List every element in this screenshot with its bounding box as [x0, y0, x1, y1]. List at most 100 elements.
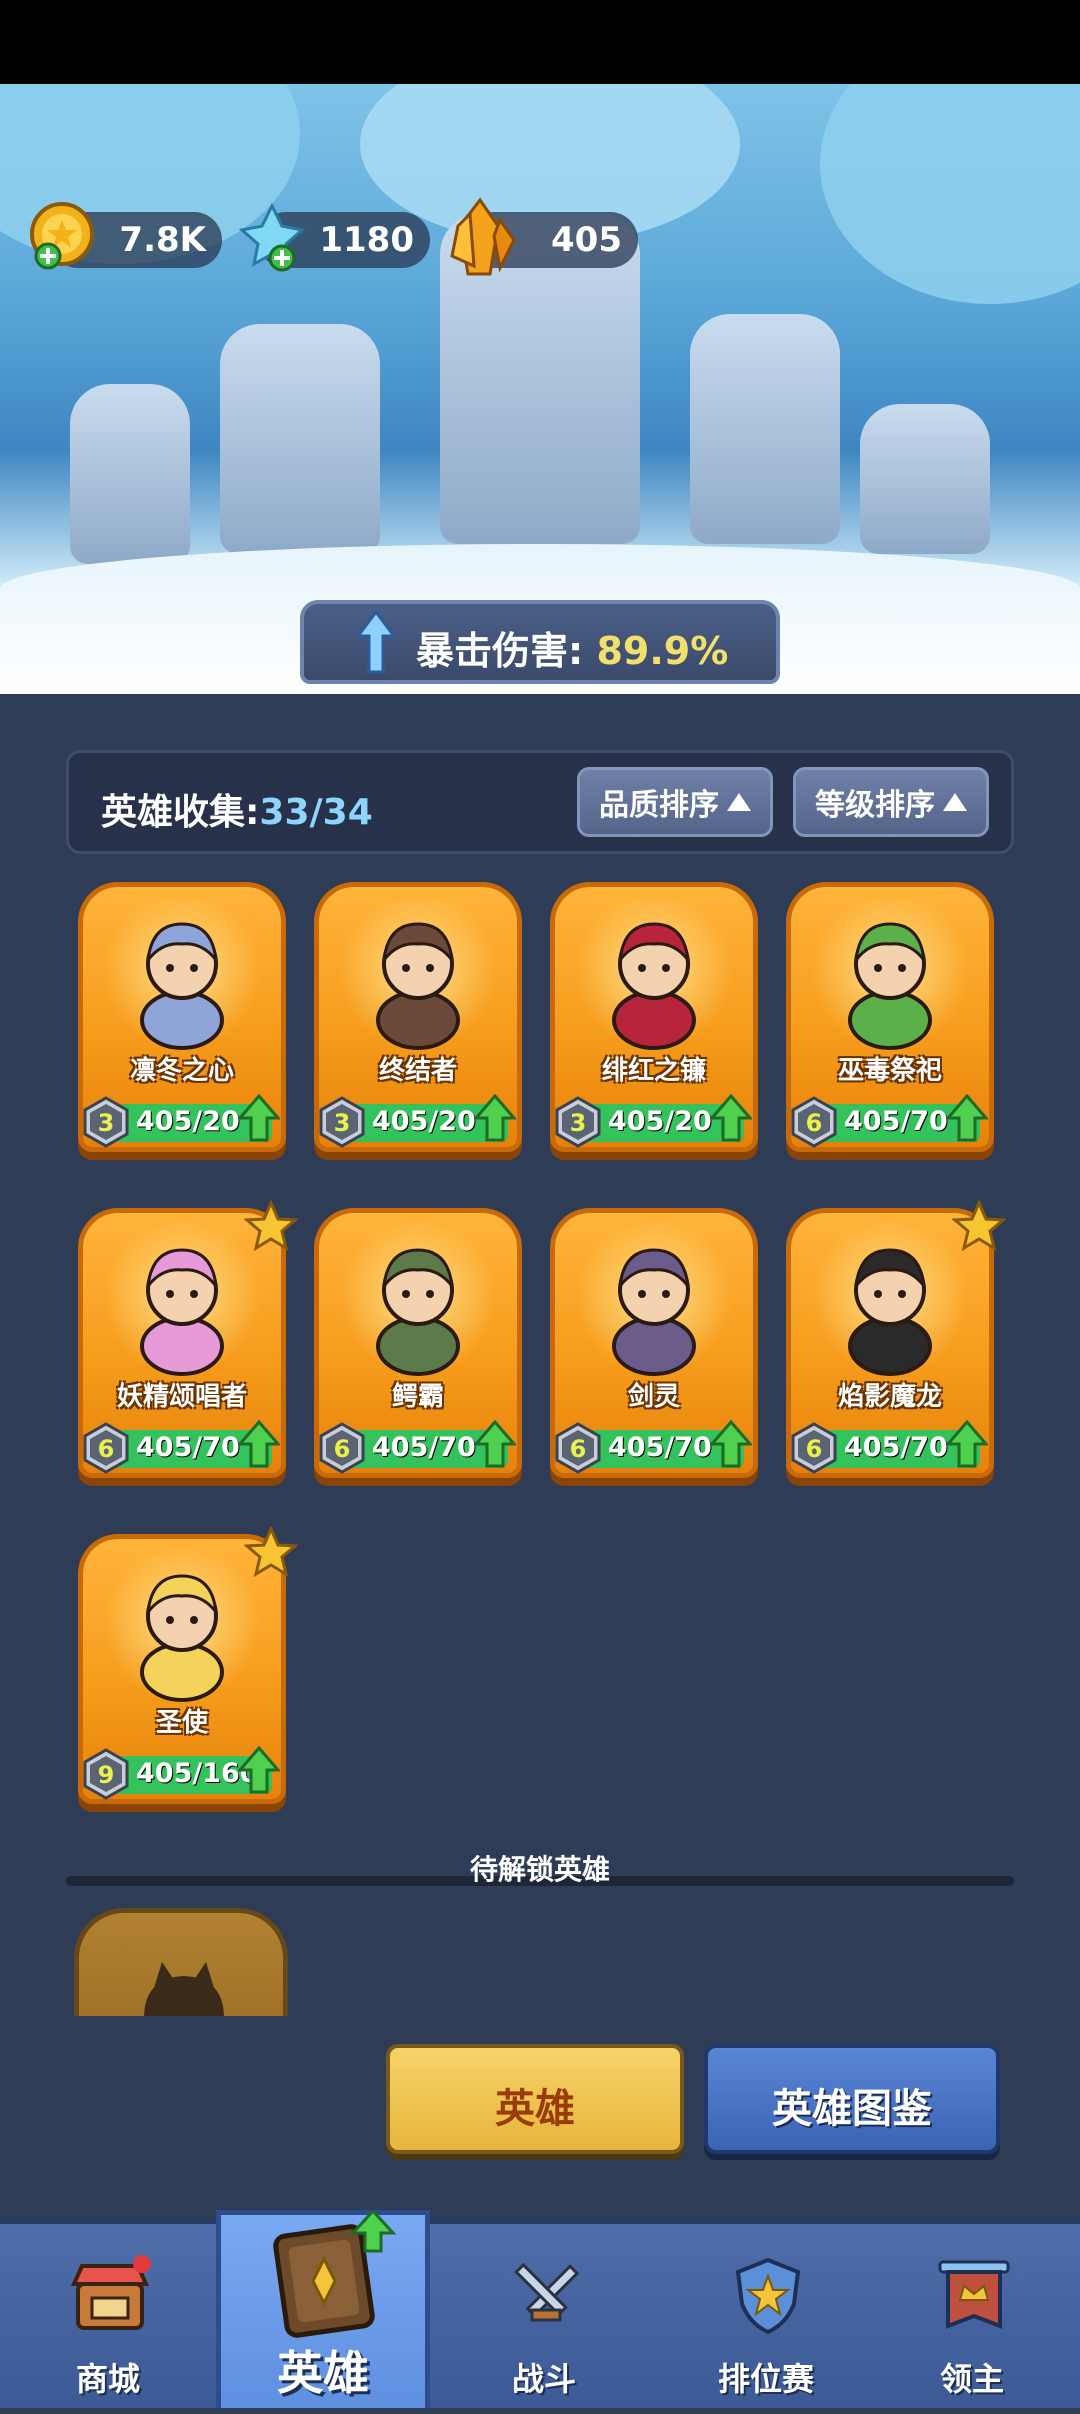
shard-amount: 405 — [551, 220, 622, 260]
bottom-nav: 商城 战斗 排位赛 领主 — [0, 2218, 1080, 2408]
hero-level-badge: 6 — [555, 1422, 601, 1474]
level-up-arrow-icon[interactable] — [710, 1420, 752, 1468]
hero-card[interactable]: 绯红之镰 405/20 3 — [550, 882, 758, 1164]
collection-label: 英雄收集: — [101, 792, 260, 833]
hero-level-badge: 6 — [319, 1422, 365, 1474]
hero-shard-count: 405/70 — [372, 1432, 476, 1463]
level-up-arrow-icon[interactable] — [946, 1094, 988, 1142]
crystal-amount: 1180 — [319, 220, 414, 260]
hero-level: 6 — [806, 1109, 823, 1137]
hero-level-badge: 6 — [83, 1422, 129, 1474]
level-up-arrow-icon[interactable] — [238, 1420, 280, 1468]
nav-ranked[interactable]: 排位赛 — [666, 2224, 866, 2414]
hero-level: 6 — [98, 1435, 115, 1463]
nav-hero[interactable]: 英雄 — [216, 2210, 430, 2408]
nav-shop-label: 商城 — [75, 2360, 140, 2398]
crystal-icon[interactable] — [236, 200, 308, 272]
hero-level: 6 — [334, 1435, 351, 1463]
hero-tab-label: 英雄 — [495, 2086, 575, 2132]
hero-level-badge: 9 — [83, 1748, 129, 1800]
star-icon — [952, 1200, 1006, 1252]
hero-shard-count: 405/70 — [136, 1432, 240, 1463]
hero-portrait — [376, 922, 460, 1050]
hero-portrait — [140, 1248, 224, 1376]
statue-left — [70, 384, 190, 564]
hero-name: 终结者 — [378, 1056, 457, 1086]
orange-crystal-icon — [450, 197, 516, 276]
nav-lord[interactable]: 领主 — [872, 2224, 1072, 2414]
hero-name: 圣使 — [155, 1708, 208, 1738]
hero-portrait — [140, 1574, 224, 1702]
hero-portrait — [612, 1248, 696, 1376]
level-up-arrow-icon[interactable] — [238, 1094, 280, 1142]
hero-level: 3 — [570, 1109, 587, 1137]
collection-count: 33/34 — [259, 792, 373, 833]
hero-card[interactable]: 鳄霸 405/70 6 — [314, 1208, 522, 1490]
hero-level: 3 — [98, 1109, 115, 1137]
hero-card[interactable]: 凛冬之心 405/20 3 — [78, 882, 286, 1164]
star-icon — [244, 1200, 298, 1252]
triangle-up-icon — [727, 793, 751, 811]
locked-hero-card[interactable] — [74, 1908, 288, 2016]
hero-portrait — [848, 1248, 932, 1376]
locked-heroes-title: 待解锁英雄 — [469, 1853, 610, 1886]
hero-level-badge: 3 — [555, 1096, 601, 1148]
hero-level: 6 — [806, 1435, 823, 1463]
hero-level-badge: 6 — [791, 1422, 837, 1474]
hero-level-badge: 3 — [319, 1096, 365, 1148]
hero-card[interactable]: 巫毒祭祀 405/70 6 — [786, 882, 994, 1164]
ranked-shield-icon — [735, 2257, 801, 2335]
crit-damage-banner: 暴击伤害: 89.9% — [300, 600, 780, 684]
hero-shard-count: 405/20 — [136, 1106, 240, 1137]
hero-codex-button[interactable]: 英雄图鉴 — [704, 2044, 1000, 2154]
hero-portrait — [376, 1248, 460, 1376]
hero-name: 妖精颂唱者 — [116, 1382, 247, 1412]
nav-battle[interactable]: 战斗 — [444, 2224, 644, 2414]
hero-level: 6 — [570, 1435, 587, 1463]
statue-griffin — [220, 324, 380, 554]
nav-shop[interactable]: 商城 — [8, 2224, 208, 2414]
crit-damage-label: 暴击伤害: — [416, 629, 584, 673]
statue-knight — [690, 314, 840, 544]
crossed-swords-icon — [514, 2262, 580, 2322]
level-up-arrow-icon[interactable] — [474, 1094, 516, 1142]
level-up-arrow-icon[interactable] — [946, 1420, 988, 1468]
gold-amount: 7.8K — [119, 220, 206, 260]
hero-level: 3 — [334, 1109, 351, 1137]
arrow-up-icon — [356, 610, 396, 674]
hero-level-badge: 3 — [83, 1096, 129, 1148]
hero-card[interactable]: 剑灵 405/70 6 — [550, 1208, 758, 1490]
hero-tab-button[interactable]: 英雄 — [386, 2044, 684, 2154]
hero-portrait — [848, 922, 932, 1050]
crit-damage-value: 89.9% — [596, 629, 729, 673]
nav-hero-label: 英雄 — [277, 2346, 369, 2400]
level-up-arrow-icon[interactable] — [710, 1094, 752, 1142]
nav-ranked-label: 排位赛 — [717, 2360, 814, 2398]
statue-robot — [860, 404, 990, 554]
gold-coin-icon[interactable] — [28, 200, 100, 272]
hero-card[interactable]: 圣使 405/160 9 — [78, 1526, 298, 1816]
star-icon — [244, 1526, 298, 1578]
hero-level: 9 — [98, 1761, 115, 1789]
hero-shard-count: 405/20 — [608, 1106, 712, 1137]
hero-card[interactable]: 终结者 405/20 3 — [314, 882, 522, 1164]
sort-quality-button[interactable]: 品质排序 — [577, 767, 773, 837]
hero-level-badge: 6 — [791, 1096, 837, 1148]
sort-level-button[interactable]: 等级排序 — [793, 767, 989, 837]
collection-bar: 英雄收集:33/34 品质排序 等级排序 — [66, 750, 1014, 854]
level-up-arrow-icon[interactable] — [238, 1746, 280, 1794]
sort-level-label: 等级排序 — [815, 788, 935, 823]
status-bar — [0, 0, 1080, 84]
hero-shard-count: 405/70 — [608, 1432, 712, 1463]
hero-name: 鳄霸 — [391, 1382, 444, 1412]
hero-card-icon — [273, 2211, 397, 2338]
hero-name: 焰影魔龙 — [837, 1382, 942, 1412]
hero-card[interactable]: 妖精颂唱者 405/70 6 — [78, 1200, 298, 1490]
lord-banner-icon — [938, 2260, 1010, 2329]
hero-name: 绯红之镰 — [601, 1056, 706, 1086]
hero-name: 巫毒祭祀 — [837, 1056, 942, 1086]
sort-quality-label: 品质排序 — [599, 788, 719, 823]
hero-card[interactable]: 焰影魔龙 405/70 6 — [786, 1200, 1006, 1490]
hero-shard-count: 405/20 — [372, 1106, 476, 1137]
level-up-arrow-icon[interactable] — [474, 1420, 516, 1468]
